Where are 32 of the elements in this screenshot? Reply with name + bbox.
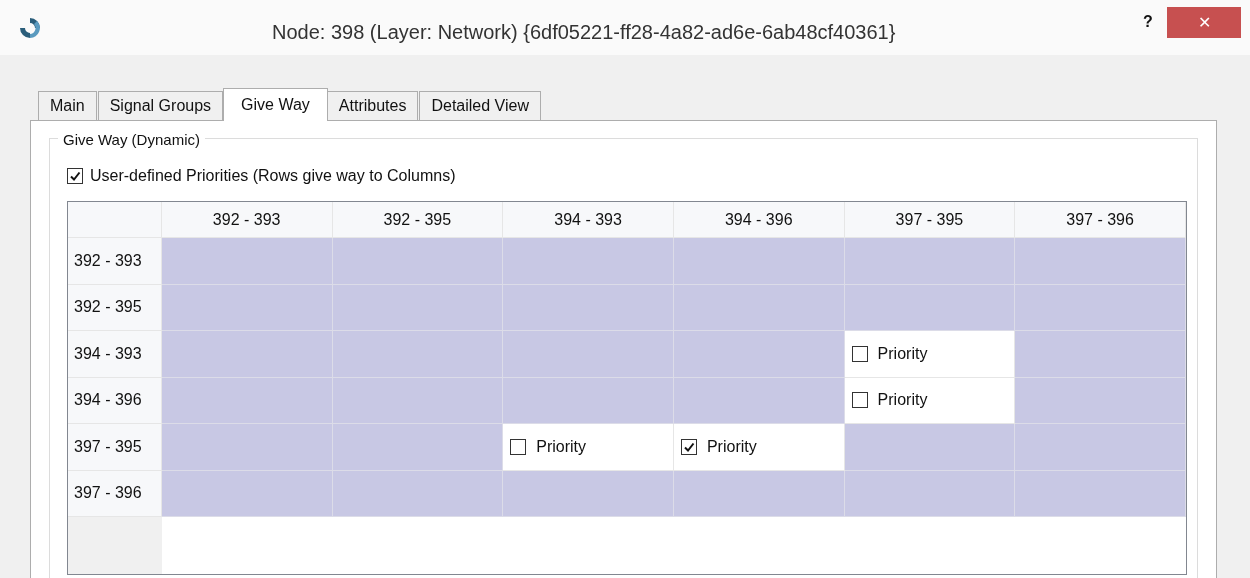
priority-label: Priority <box>706 436 757 457</box>
checkbox[interactable] <box>851 345 868 362</box>
window-title: Node: 398 (Layer: Network) {6df05221-ff28-4a82-ad6e-6ab48cf40361} <box>272 20 896 45</box>
checkbox[interactable] <box>680 438 697 455</box>
close-button[interactable]: ✕ <box>1167 7 1241 38</box>
row-header: 392 - 393 <box>68 238 162 285</box>
row-header: 392 - 395 <box>68 284 162 331</box>
row-header: 394 - 396 <box>68 377 162 424</box>
checkbox[interactable] <box>851 392 868 409</box>
check-icon <box>69 170 81 182</box>
column-header: 397 - 396 <box>1015 202 1186 238</box>
column-header: 394 - 393 <box>503 202 674 238</box>
row-header: 397 - 396 <box>68 470 162 517</box>
checkbox[interactable] <box>510 438 527 455</box>
help-button[interactable]: ? <box>1138 10 1158 34</box>
row-header: 397 - 395 <box>68 424 162 471</box>
row-header: 394 - 393 <box>68 331 162 378</box>
tab[interactable]: Signal Groups <box>97 91 224 120</box>
priority-label: Priority <box>536 436 586 457</box>
priority-label: Priority <box>877 390 928 411</box>
column-header: 397 - 395 <box>844 202 1016 238</box>
checkbox-label: User-defined Priorities (Rows give way to Columns) <box>90 166 456 186</box>
column-header: 392 - 395 <box>332 202 504 238</box>
column-header: 392 - 393 <box>161 202 333 238</box>
tab[interactable]: Main <box>38 91 97 120</box>
check-icon <box>682 440 695 453</box>
checkbox[interactable] <box>67 168 83 184</box>
column-header: 394 - 396 <box>673 202 845 238</box>
tab[interactable]: Detailed View <box>419 91 541 120</box>
tab[interactable]: Attributes <box>326 91 419 120</box>
tab[interactable]: Give Way <box>223 88 328 121</box>
priority-label: Priority <box>877 343 928 364</box>
